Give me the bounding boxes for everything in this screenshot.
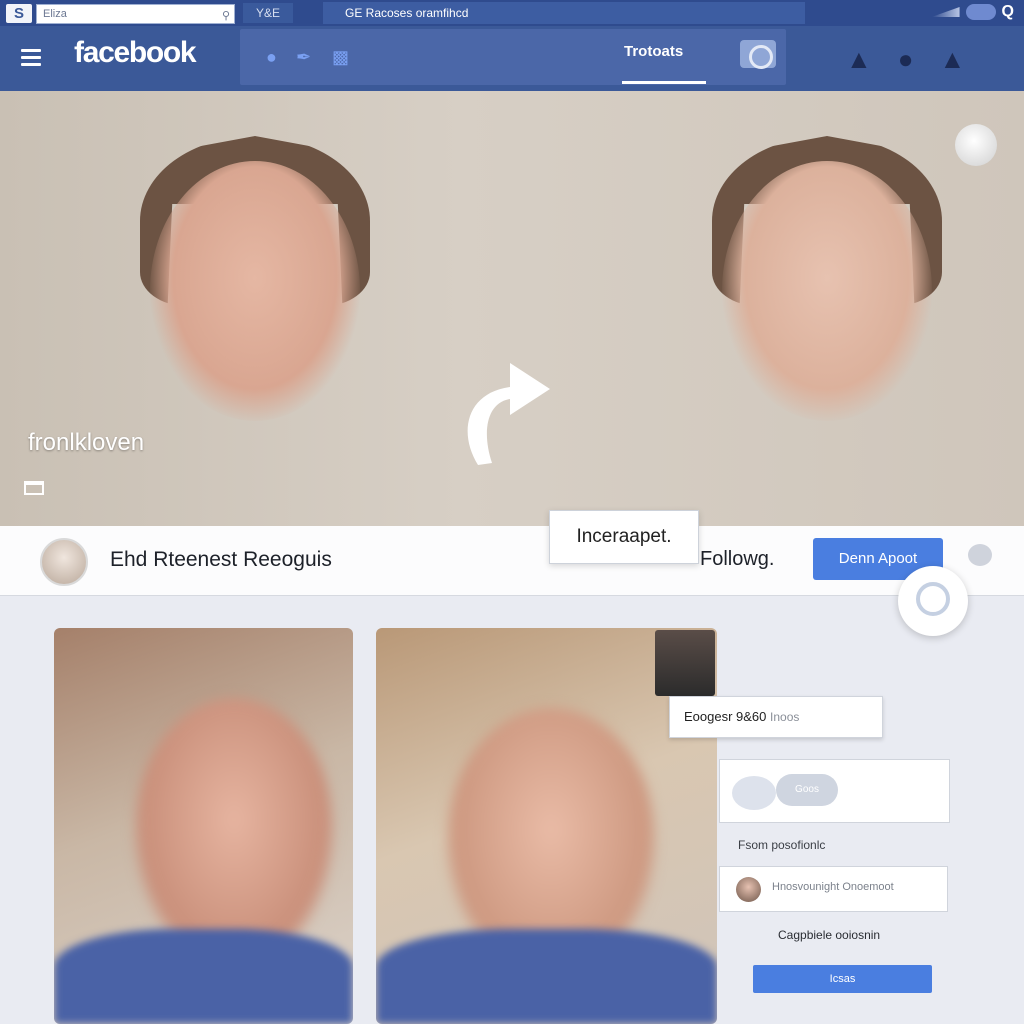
reaction-card: Goos [719,759,950,823]
section-label: Fsom posofionlc [738,838,826,852]
video-icon[interactable]: ▩ [332,47,349,68]
bottom-action-button[interactable]: Icsas [753,965,932,993]
gallery-icon[interactable] [24,481,44,495]
following-button[interactable]: Followg. [700,548,774,571]
site-logo-icon[interactable]: S [6,4,32,23]
pen-icon[interactable]: ✒ [296,47,311,68]
nav-tab-label[interactable]: Trotoats [624,43,683,60]
photo-shirt [54,929,353,1024]
magnifier-icon[interactable]: Q [1002,3,1014,21]
comment-avatar [736,877,761,902]
notification-badge-icon[interactable] [740,40,776,69]
popup-label[interactable]: Inceraapet. [549,510,699,564]
bell-icon[interactable]: ● [898,44,914,75]
search-icon[interactable]: ⚲ [222,7,230,25]
browser-bar: S Eliza ⚲ Y&E GE Racoses oramfihcd Q [0,0,1024,26]
cover-photo[interactable]: fronlkloven [0,91,1024,526]
photo-face [134,698,334,968]
photo-card-left[interactable] [54,628,353,1024]
search-input-value: Eliza [43,8,67,20]
hamburger-menu-icon[interactable] [21,49,41,66]
header-icons: ▲ ● ▲ [846,44,965,75]
browser-right-icons: Q [931,3,1014,21]
nav-panel: ● ✒ ▩ Trotoats [240,29,786,85]
profile-avatar[interactable] [40,538,88,586]
thumbnail-avatar[interactable] [655,630,715,696]
comment-text: Hnosvounight Onoemoot [772,881,894,893]
comment-card[interactable]: Hnosvounight Onoemoot [719,866,948,912]
facebook-logo[interactable]: facebook [74,36,197,70]
face-left [150,161,360,421]
messenger-icon[interactable]: ▲ [846,44,872,75]
tooltip-text: Eoogesr 9&60 [684,709,767,724]
profile-strip: Ehd Rteenest Reeoguis Followg. Denn Apoo… [0,526,1024,596]
face-right [722,161,932,421]
options-icon[interactable] [968,544,992,566]
people-icon[interactable]: ▲ [939,44,965,75]
share-arrow-icon[interactable] [458,353,554,471]
tab-title[interactable]: GE Racoses oramfihcd [323,2,805,24]
search-input[interactable]: Eliza ⚲ [36,4,235,24]
toggle-icon[interactable] [965,4,996,20]
mini-avatar[interactable] [955,124,997,166]
tab-short[interactable]: Y&E [243,3,293,23]
facebook-header: facebook ● ✒ ▩ Trotoats ▲ ● ▲ [0,26,1024,91]
signal-icon [931,7,960,17]
caption-text: Cagpbiele ooiosnin [778,928,881,942]
photo-shirt [376,929,717,1024]
tooltip-muted-text: Inoos [770,710,800,724]
nav-active-indicator [622,81,706,84]
cover-overlay-name: fronlkloven [28,429,145,456]
profile-name[interactable]: Ehd Rteenest Reeoguis [110,548,332,572]
search-fab-icon[interactable] [898,566,968,636]
tooltip-card[interactable]: Eoogesr 9&60 Inoos [669,696,883,738]
friends-icon[interactable]: ● [266,47,277,68]
reaction-icon[interactable] [732,776,776,810]
reaction-pill[interactable]: Goos [776,774,838,806]
